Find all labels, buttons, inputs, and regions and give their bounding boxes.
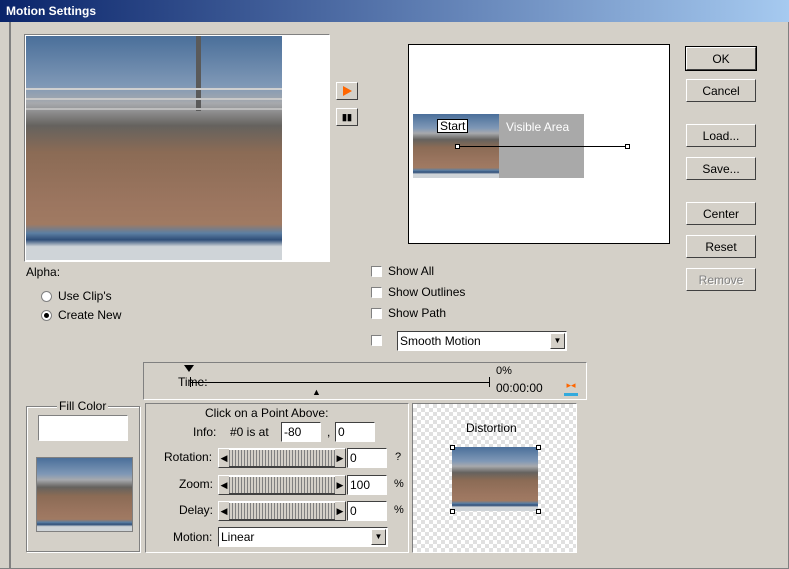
show-path-checkbox[interactable] (371, 308, 382, 319)
current-time-marker-icon[interactable] (184, 365, 194, 372)
pause-icon: ▮▮ (342, 111, 352, 122)
add-keyframe-icon[interactable]: ▸◂ (564, 381, 578, 396)
motion-dropdown[interactable]: Linear ▼ (218, 527, 388, 547)
visible-area-panel[interactable]: Visible Area Start (408, 44, 670, 244)
distortion-preview-image (452, 447, 538, 511)
zoom-unit: % (394, 478, 404, 490)
use-clips-radio[interactable] (41, 291, 52, 302)
rotation-unit: ? (395, 451, 402, 463)
point-x-input[interactable]: -80 (281, 422, 321, 442)
visible-area-label: Visible Area (506, 120, 570, 134)
fill-color-label: Fill Color (57, 399, 109, 413)
load-button[interactable]: Load... (686, 124, 756, 147)
show-all-label[interactable]: Show All (388, 264, 434, 278)
zoom-label: Zoom: (179, 477, 214, 491)
save-button[interactable]: Save... (686, 157, 756, 180)
title-bar: Motion Settings (0, 0, 789, 22)
point-y-input[interactable]: 0 (335, 422, 375, 442)
info-label: Info: (193, 425, 217, 439)
remove-button: Remove (686, 268, 756, 291)
motion-path-line (458, 146, 628, 147)
timecode: 00:00:00 (496, 381, 543, 395)
zoom-input[interactable]: 100 (347, 475, 387, 495)
center-button[interactable]: Center (686, 202, 756, 225)
show-outlines-checkbox[interactable] (371, 287, 382, 298)
cancel-button[interactable]: Cancel (686, 79, 756, 102)
fill-color-swatch[interactable] (38, 415, 128, 441)
rotation-input[interactable]: 0 (347, 448, 387, 468)
play-icon (342, 86, 352, 96)
slider-right-arrow-icon[interactable]: ▶ (335, 476, 345, 494)
point-separator: , (327, 425, 331, 439)
info-text: #0 is at (230, 425, 269, 439)
motion-label: Motion: (173, 530, 213, 544)
smooth-motion-dropdown[interactable]: Smooth Motion ▼ (397, 331, 567, 351)
end-point-handle[interactable] (625, 144, 630, 149)
slider-right-arrow-icon[interactable]: ▶ (335, 449, 345, 467)
distortion-handle-bottom-right[interactable] (536, 509, 541, 514)
zoom-slider[interactable]: ◀ ▶ (218, 475, 346, 495)
slider-right-arrow-icon[interactable]: ▶ (335, 502, 345, 520)
rotation-label: Rotation: (164, 450, 213, 464)
clip-preview-image (26, 36, 282, 260)
time-percent: 0% (496, 365, 512, 377)
slider-left-arrow-icon[interactable]: ◀ (219, 476, 229, 494)
start-point-handle[interactable] (455, 144, 460, 149)
use-clips-label[interactable]: Use Clip's (58, 289, 112, 303)
slider-left-arrow-icon[interactable]: ◀ (219, 449, 229, 467)
dropdown-arrow-icon[interactable]: ▼ (371, 529, 386, 545)
distortion-handle-top-left[interactable] (450, 445, 455, 450)
show-all-checkbox[interactable] (371, 266, 382, 277)
start-label: Start (437, 119, 469, 133)
delay-input[interactable]: 0 (347, 501, 387, 521)
rotation-slider[interactable]: ◀ ▶ (218, 448, 346, 468)
clip-preview (24, 34, 330, 262)
play-button[interactable] (336, 82, 358, 100)
ok-button[interactable]: OK (685, 46, 757, 71)
delay-slider[interactable]: ◀ ▶ (218, 501, 346, 521)
create-new-radio[interactable] (41, 310, 52, 321)
show-outlines-label[interactable]: Show Outlines (388, 285, 465, 299)
pause-button[interactable]: ▮▮ (336, 108, 358, 126)
delay-unit: % (394, 504, 404, 516)
distortion-label: Distortion (466, 421, 517, 435)
alpha-label: Alpha: (26, 265, 61, 279)
fill-color-preview-image (36, 457, 133, 532)
point-heading: Click on a Point Above: (205, 406, 329, 420)
create-new-label[interactable]: Create New (58, 308, 121, 322)
timeline-track[interactable] (190, 377, 490, 389)
distortion-handle-bottom-left[interactable] (450, 509, 455, 514)
keyframe-marker-icon[interactable]: ▲ (312, 387, 321, 397)
distortion-handle-top-right[interactable] (536, 445, 541, 450)
distortion-panel[interactable]: Distortion (412, 403, 577, 553)
delay-label: Delay: (179, 503, 214, 517)
show-path-label[interactable]: Show Path (388, 306, 446, 320)
dropdown-arrow-icon[interactable]: ▼ (550, 333, 565, 349)
slider-left-arrow-icon[interactable]: ◀ (219, 502, 229, 520)
window-edge (9, 22, 11, 569)
motion-settings-dialog: Motion Settings ▮▮ Visible Area Start OK… (0, 0, 789, 569)
time-panel: Time: ▲ 0% 00:00:00 ▸◂ (143, 362, 587, 400)
smooth-motion-checkbox[interactable] (371, 335, 382, 346)
reset-button[interactable]: Reset (686, 235, 756, 258)
